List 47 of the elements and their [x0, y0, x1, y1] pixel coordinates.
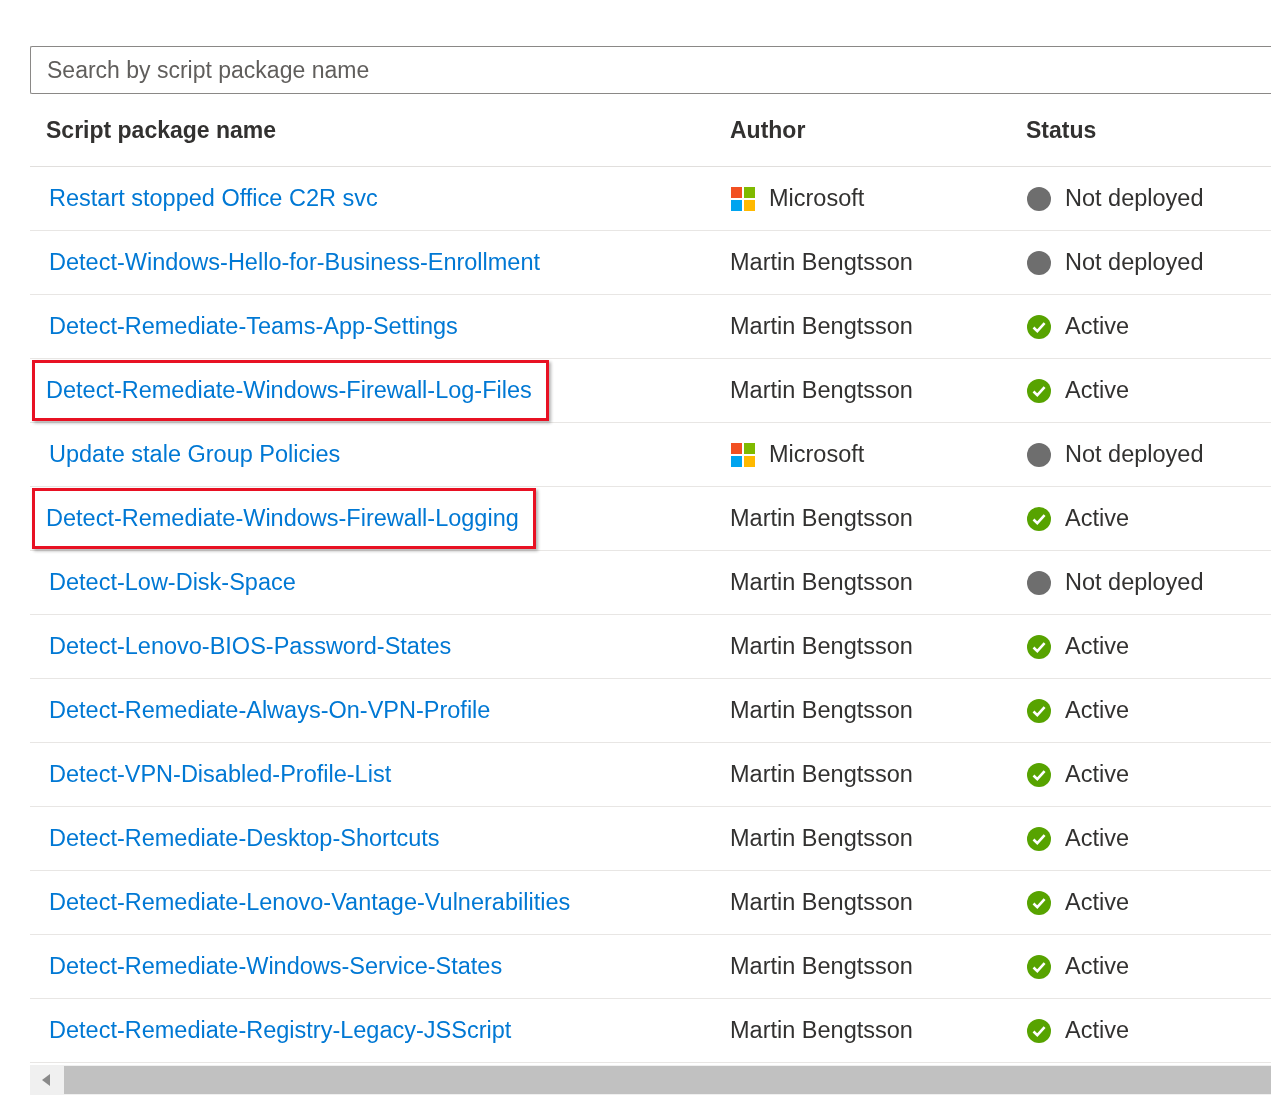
search-field[interactable]: Search by script package name: [30, 46, 1271, 94]
status-text: Not deployed: [1065, 185, 1204, 212]
author-name: Microsoft: [769, 185, 865, 212]
author-name: Martin Bengtsson: [730, 953, 913, 980]
script-link[interactable]: Detect-Remediate-Windows-Firewall-Log-Files: [32, 360, 549, 421]
script-link[interactable]: Detect-Lenovo-BIOS-Password-States: [44, 616, 469, 677]
author-name: Martin Bengtsson: [730, 1017, 913, 1044]
status-text: Active: [1065, 697, 1129, 724]
status-text: Active: [1065, 313, 1129, 340]
script-link[interactable]: Detect-Remediate-Teams-App-Settings: [44, 296, 475, 357]
author-name: Martin Bengtsson: [730, 761, 913, 788]
script-link[interactable]: Detect-Remediate-Windows-Firewall-Logging: [32, 488, 536, 549]
author-name: Martin Bengtsson: [730, 377, 913, 404]
author-name: Martin Bengtsson: [730, 825, 913, 852]
status-text: Active: [1065, 1017, 1129, 1044]
author-name: Martin Bengtsson: [730, 697, 913, 724]
script-link[interactable]: Detect-Windows-Hello-for-Business-Enrollment: [44, 232, 558, 293]
author-name: Martin Bengtsson: [730, 889, 913, 916]
script-link[interactable]: Restart stopped Office C2R svc: [44, 168, 395, 229]
status-text: Not deployed: [1065, 249, 1204, 276]
scroll-left-arrow-icon[interactable]: [42, 1074, 52, 1086]
script-link[interactable]: Detect-Remediate-Windows-Service-States: [44, 936, 520, 997]
status-text: Not deployed: [1065, 569, 1204, 596]
author-name: Microsoft: [769, 441, 865, 468]
status-text: Active: [1065, 953, 1129, 980]
author-name: Martin Bengtsson: [730, 249, 913, 276]
script-link[interactable]: Detect-VPN-Disabled-Profile-List: [44, 744, 409, 805]
author-name: Martin Bengtsson: [730, 505, 913, 532]
status-text: Not deployed: [1065, 441, 1204, 468]
status-text: Active: [1065, 505, 1129, 532]
author-name: Martin Bengtsson: [730, 313, 913, 340]
status-text: Active: [1065, 377, 1129, 404]
status-text: Active: [1065, 633, 1129, 660]
column-header: Status: [1026, 116, 1098, 144]
script-link[interactable]: Detect-Low-Disk-Space: [44, 552, 313, 613]
script-link[interactable]: Update stale Group Policies: [44, 424, 358, 485]
status-text: Active: [1065, 825, 1129, 852]
column-header: Author: [730, 116, 807, 144]
script-link[interactable]: Detect-Remediate-Desktop-Shortcuts: [44, 808, 457, 869]
column-header: Script package name: [45, 116, 278, 144]
script-link[interactable]: Detect-Remediate-Lenovo-Vantage-Vulnerabilities: [44, 872, 588, 933]
status-text: Active: [1065, 761, 1129, 788]
author-name: Martin Bengtsson: [730, 569, 913, 596]
author-name: Martin Bengtsson: [730, 633, 913, 660]
script-link[interactable]: Detect-Remediate-Registry-Legacy-JSScript: [44, 1000, 529, 1061]
status-text: Active: [1065, 889, 1129, 916]
script-link[interactable]: Detect-Remediate-Always-On-VPN-Profile: [44, 680, 508, 741]
